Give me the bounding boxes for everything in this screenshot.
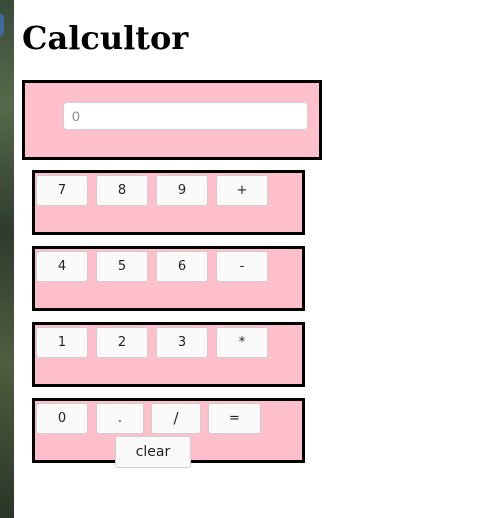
keypad-row-3: 1 2 3 * (32, 322, 305, 387)
key-3-button[interactable]: 3 (156, 327, 208, 358)
page-title: Calcultor (22, 19, 189, 57)
key-4-button[interactable]: 4 (36, 251, 88, 282)
display-input[interactable] (63, 102, 308, 130)
key-7-button[interactable]: 7 (36, 175, 88, 206)
key-0-button[interactable]: 0 (36, 403, 88, 434)
key-1-button[interactable]: 1 (36, 327, 88, 358)
subtract-button[interactable]: - (216, 251, 268, 282)
decimal-button[interactable]: . (96, 403, 144, 434)
key-9-button[interactable]: 9 (156, 175, 208, 206)
background-photo-detail (0, 14, 4, 36)
key-5-button[interactable]: 5 (96, 251, 148, 282)
divide-button[interactable]: / (151, 403, 201, 434)
add-button[interactable]: + (216, 175, 268, 206)
key-8-button[interactable]: 8 (96, 175, 148, 206)
keypad-row-2: 4 5 6 - (32, 246, 305, 311)
key-6-button[interactable]: 6 (156, 251, 208, 282)
key-2-button[interactable]: 2 (96, 327, 148, 358)
display-panel (22, 80, 322, 160)
multiply-button[interactable]: * (216, 327, 268, 358)
clear-button[interactable]: clear (115, 436, 191, 468)
keypad-row-1: 7 8 9 + (32, 170, 305, 235)
equals-button[interactable]: = (208, 403, 261, 434)
background-photo-edge (0, 0, 14, 518)
